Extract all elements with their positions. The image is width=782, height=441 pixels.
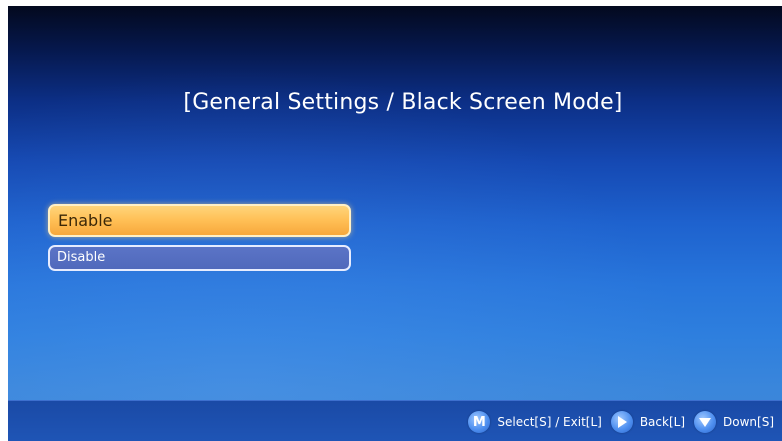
option-disable[interactable]: Disable: [48, 245, 351, 271]
triangle-down-icon: [694, 411, 717, 433]
hint-down: Down[S]: [694, 411, 774, 433]
m-button-icon: M: [468, 411, 491, 433]
button-hints: M Select[S] / Exit[L] Back[L] Down[S]: [459, 411, 774, 433]
hint-label-select-exit: Select[S] / Exit[L]: [497, 415, 602, 429]
monitor-frame: [General Settings / Black Screen Mode] E…: [0, 0, 782, 441]
play-right-icon: [610, 411, 633, 433]
hint-select-exit: M Select[S] / Exit[L]: [468, 411, 602, 433]
hint-back: Back[L]: [610, 411, 686, 433]
hint-label-back: Back[L]: [639, 415, 686, 429]
footer-bar: M Select[S] / Exit[L] Back[L] Down[S]: [8, 400, 782, 441]
option-enable[interactable]: Enable: [48, 204, 351, 237]
settings-screen: [General Settings / Black Screen Mode] E…: [8, 6, 782, 441]
options-list: Enable Disable: [48, 204, 352, 271]
hint-label-down: Down[S]: [723, 415, 774, 429]
page-title: [General Settings / Black Screen Mode]: [183, 90, 623, 115]
